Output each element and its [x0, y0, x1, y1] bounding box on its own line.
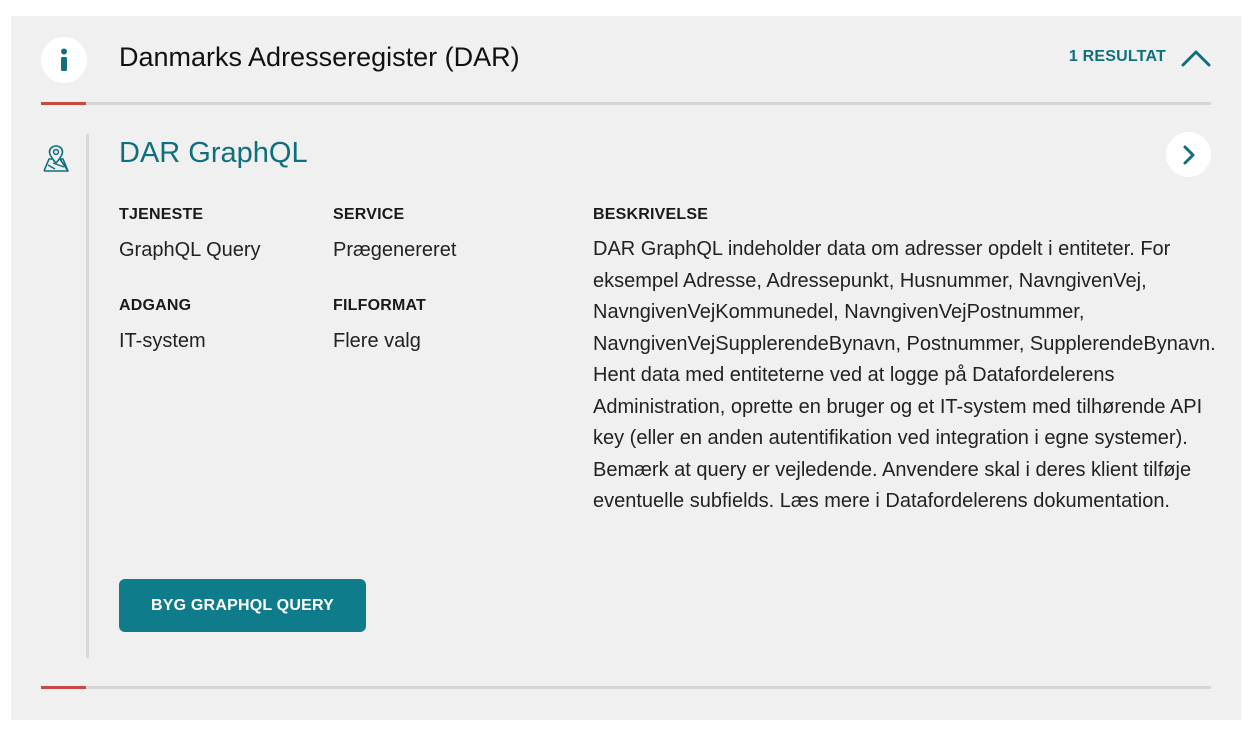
adgang-value: IT-system [119, 330, 206, 352]
result-left-border [86, 134, 89, 658]
tjeneste-value: GraphQL Query [119, 239, 261, 261]
result-title[interactable]: DAR GraphQL [119, 137, 308, 170]
tjeneste-label: TJENESTE [119, 206, 204, 223]
chevron-right-icon[interactable] [1166, 132, 1211, 177]
header-divider-accent [41, 102, 86, 105]
filformat-label: FILFORMAT [333, 297, 427, 314]
result-count[interactable]: 1 RESULTAT [1069, 48, 1166, 66]
chevron-up-icon[interactable] [1180, 46, 1212, 70]
beskrivelse-value: DAR GraphQL indeholder data om adresser … [593, 238, 1216, 512]
filformat-value: Flere valg [333, 330, 421, 352]
build-graphql-query-button[interactable]: BYG GRAPHQL QUERY [119, 579, 366, 632]
dataset-title: Danmarks Adresseregister (DAR) [119, 42, 520, 72]
header-divider [86, 102, 1211, 105]
service-label: SERVICE [333, 206, 405, 223]
footer-divider-accent [41, 686, 86, 689]
footer-divider [86, 686, 1211, 689]
beskrivelse-label: BESKRIVELSE [593, 206, 709, 223]
info-icon [41, 37, 87, 83]
map-pin-icon [40, 142, 72, 174]
service-value: Prægenereret [333, 239, 457, 261]
adgang-label: ADGANG [119, 297, 192, 314]
